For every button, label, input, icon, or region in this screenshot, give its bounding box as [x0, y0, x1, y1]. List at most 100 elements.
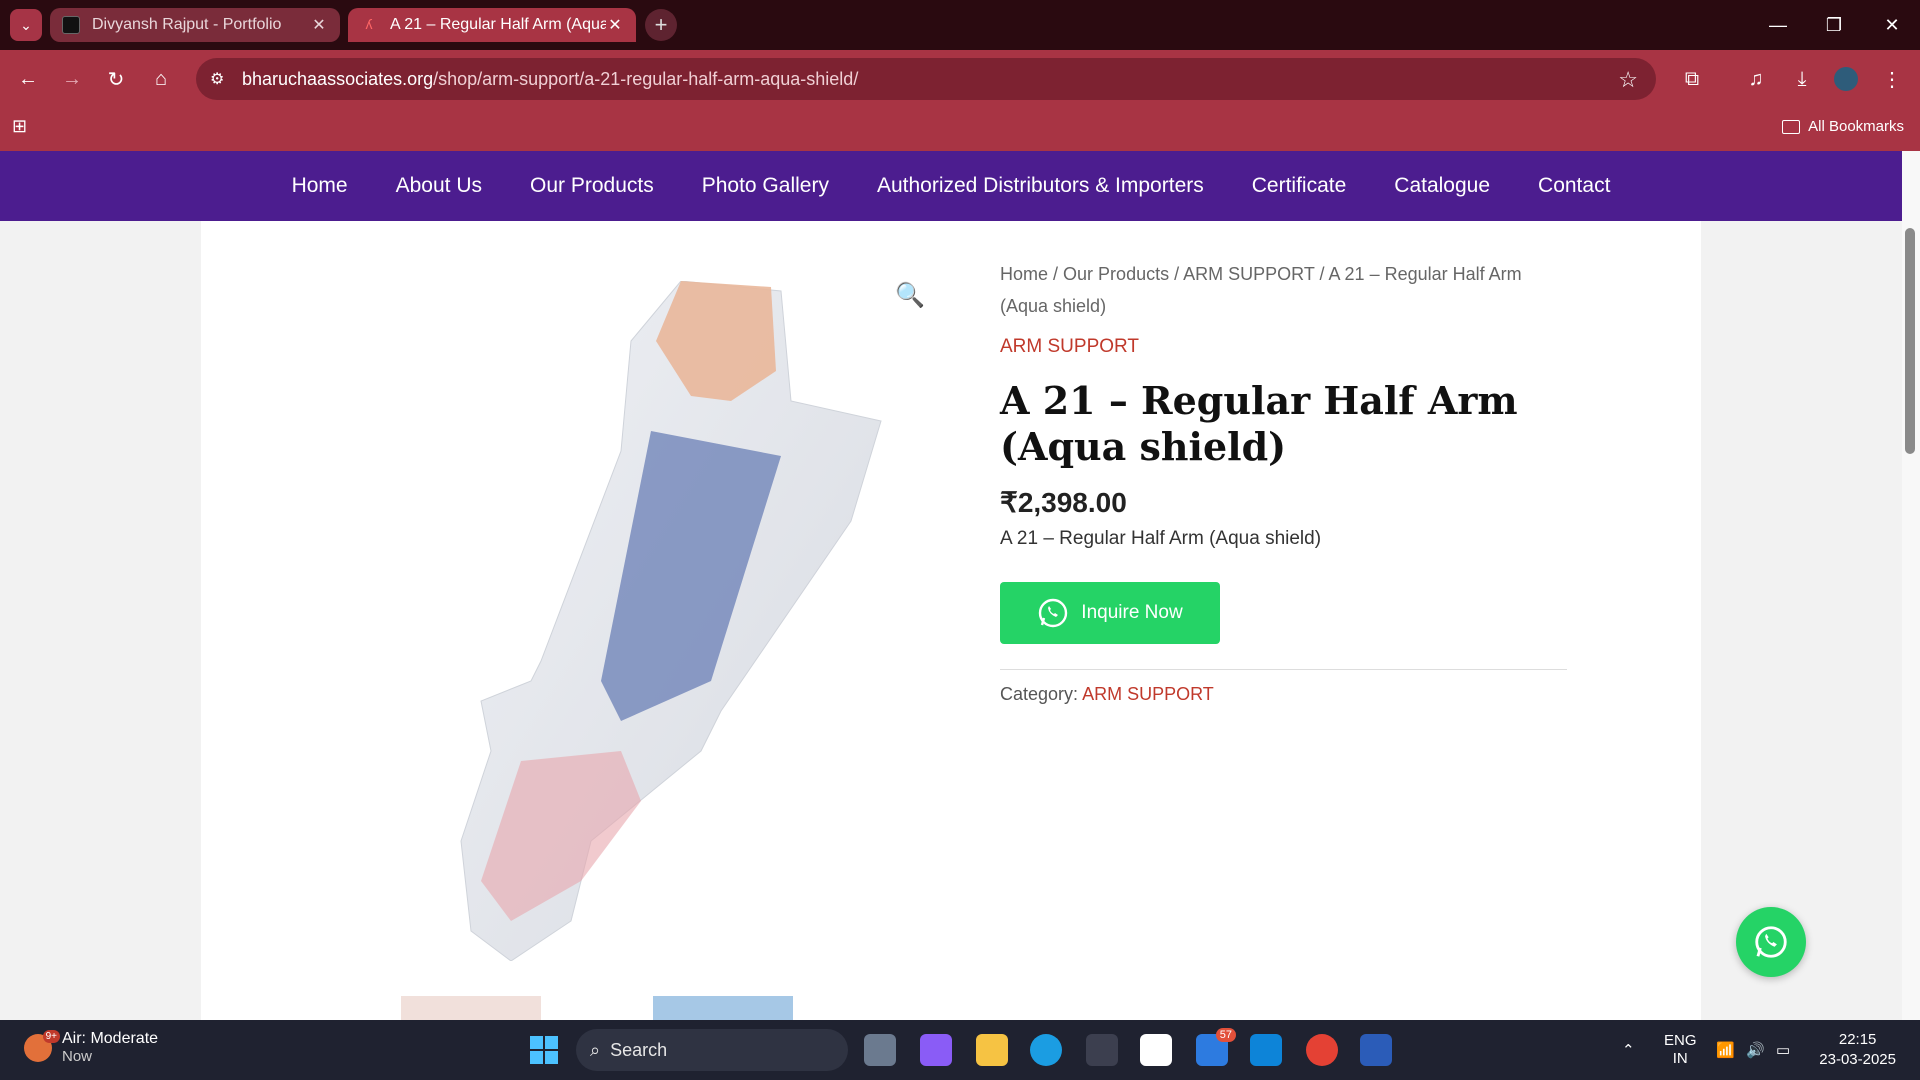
all-bookmarks-button[interactable]: All Bookmarks [1782, 118, 1904, 135]
zoom-magnifier-icon[interactable]: 🔍 [895, 281, 925, 310]
nav-certificate[interactable]: Certificate [1228, 174, 1371, 198]
weather-badge: 9+ [42, 1029, 60, 1043]
divider [1000, 669, 1567, 670]
nav-contact[interactable]: Contact [1514, 174, 1634, 198]
search-label: Search [610, 1039, 668, 1060]
close-icon: ✕ [1884, 14, 1900, 35]
product-card: 🔍 [201, 221, 1701, 1020]
gallery-thumb-2[interactable] [653, 996, 793, 1020]
browser-toolbar: ← → ↻ ⌂ ⚙ bharuchaassociates.org/shop/ar… [0, 50, 1920, 108]
bookmarks-bar: ⊞ All Bookmarks [0, 108, 1920, 151]
weather-widget[interactable]: 9+ Air: Moderate Now [24, 1029, 158, 1065]
site-navigation: Home About Us Our Products Photo Gallery… [0, 151, 1902, 221]
new-tab-button[interactable]: + [645, 9, 677, 41]
lang-top: ENG [1664, 1032, 1697, 1049]
media-control-button[interactable]: ♫ [1740, 63, 1772, 95]
whatsapp-icon [1039, 598, 1068, 628]
scrollbar-thumb[interactable] [1905, 228, 1915, 454]
tab-portfolio[interactable]: Divyansh Rajput - Portfolio ✕ [50, 8, 340, 42]
url-text[interactable]: bharuchaassociates.org/shop/arm-support/… [242, 69, 858, 90]
lang-bottom: IN [1672, 1050, 1688, 1067]
downloads-button[interactable]: ⤓ [1786, 63, 1818, 95]
close-tab-icon[interactable]: ✕ [606, 15, 624, 35]
product-meta-category: Category: ARM SUPPORT [1000, 684, 1214, 705]
battery-icon[interactable]: ▭ [1776, 1020, 1790, 1080]
taskbar-search[interactable]: ⌕ Search [576, 1029, 848, 1071]
plus-icon: + [654, 12, 668, 37]
tab-product[interactable]: ʎ A 21 – Regular Half Arm (Aqua ✕ [348, 8, 636, 42]
breadcrumb: Home / Our Products / ARM SUPPORT / A 21… [1000, 258, 1570, 322]
word-icon[interactable] [1360, 1034, 1392, 1066]
product-image[interactable] [451, 281, 891, 961]
address-bar[interactable]: ⚙ bharuchaassociates.org/shop/arm-suppor… [196, 58, 1656, 100]
breadcrumb-home[interactable]: Home [1000, 264, 1048, 284]
wifi-icon[interactable]: 📶 [1716, 1020, 1735, 1080]
breadcrumb-arm-support[interactable]: ARM SUPPORT [1183, 264, 1314, 284]
back-button[interactable]: ← [12, 63, 44, 95]
portfolio-favicon-icon [62, 16, 80, 34]
category-link[interactable]: ARM SUPPORT [1082, 684, 1214, 704]
windows-logo-icon [530, 1036, 558, 1064]
inquire-now-button[interactable]: Inquire Now [1000, 582, 1220, 644]
amazon-icon[interactable] [1140, 1034, 1172, 1066]
minimize-button[interactable]: — [1750, 0, 1806, 50]
breadcrumb-separator: / [1319, 264, 1329, 284]
close-window-button[interactable]: ✕ [1864, 0, 1920, 50]
arrow-right-icon: → [62, 67, 82, 90]
extensions-button[interactable]: ⧉ [1676, 63, 1708, 95]
puzzle-icon: ⧉ [1684, 67, 1700, 90]
arrow-left-icon: ← [18, 67, 38, 90]
chrome-icon[interactable] [1306, 1034, 1338, 1066]
apps-grid-icon[interactable]: ⊞ [12, 116, 27, 137]
forward-button[interactable]: → [56, 63, 88, 95]
system-clock[interactable]: 22:15 23-03-2025 [1819, 1030, 1896, 1070]
clock-date: 23-03-2025 [1819, 1051, 1896, 1068]
edge-icon[interactable] [1030, 1034, 1062, 1066]
nav-photo-gallery[interactable]: Photo Gallery [678, 174, 853, 198]
minimize-icon: — [1769, 14, 1787, 35]
nav-catalogue[interactable]: Catalogue [1370, 174, 1514, 198]
volume-icon[interactable]: 🔊 [1746, 1020, 1765, 1080]
breadcrumb-separator: / [1174, 264, 1184, 284]
chevron-down-icon: ⌄ [20, 16, 32, 33]
bookmark-star-icon[interactable]: ☆ [1618, 67, 1638, 93]
whatsapp-float-button[interactable] [1736, 907, 1806, 977]
site-favicon-icon: ʎ [365, 16, 373, 32]
weather-icon: 9+ [24, 1029, 60, 1062]
tab-search-menu-button[interactable]: ⌄ [10, 9, 42, 41]
gallery-thumb-1[interactable] [401, 996, 541, 1020]
vscode-icon[interactable] [1250, 1034, 1282, 1066]
kebab-menu-icon: ⋮ [1882, 68, 1902, 91]
nav-home[interactable]: Home [268, 174, 372, 198]
task-view-icon[interactable] [864, 1034, 896, 1066]
reload-icon: ↻ [107, 68, 125, 91]
close-tab-icon[interactable]: ✕ [310, 15, 328, 35]
browser-titlebar: ⌄ Divyansh Rajput - Portfolio ✕ ʎ A 21 –… [0, 0, 1920, 50]
tray-overflow-chevron-icon[interactable]: ⌃ [1622, 1020, 1635, 1080]
home-button[interactable]: ⌂ [145, 63, 177, 95]
copilot-icon[interactable] [920, 1034, 952, 1066]
product-category-link[interactable]: ARM SUPPORT [1000, 336, 1139, 358]
language-indicator[interactable]: ENG IN [1664, 1020, 1697, 1080]
file-explorer-icon[interactable] [976, 1034, 1008, 1066]
mail-icon[interactable]: 57 [1196, 1028, 1236, 1066]
product-price: ₹2,398.00 [1000, 487, 1127, 518]
playlist-icon: ♫ [1748, 67, 1764, 90]
nav-distributors[interactable]: Authorized Distributors & Importers [853, 174, 1228, 198]
store-icon[interactable] [1086, 1034, 1118, 1066]
nav-about-us[interactable]: About Us [372, 174, 506, 198]
all-bookmarks-label: All Bookmarks [1808, 118, 1904, 135]
folder-icon [1782, 119, 1801, 134]
breadcrumb-our-products[interactable]: Our Products [1063, 264, 1169, 284]
profile-avatar[interactable] [1830, 63, 1862, 95]
mail-badge: 57 [1215, 1028, 1236, 1042]
start-button[interactable] [528, 1034, 560, 1066]
breadcrumb-separator: / [1053, 264, 1064, 284]
reload-button[interactable]: ↻ [100, 63, 132, 95]
browser-menu-button[interactable]: ⋮ [1876, 63, 1908, 95]
product-title: A 21 – Regular Half Arm (Aqua shield) [1000, 378, 1518, 469]
url-host: bharuchaassociates.org [242, 68, 434, 89]
restore-button[interactable]: ❐ [1806, 0, 1862, 50]
nav-our-products[interactable]: Our Products [506, 174, 678, 198]
site-info-icon[interactable]: ⚙ [210, 69, 230, 89]
